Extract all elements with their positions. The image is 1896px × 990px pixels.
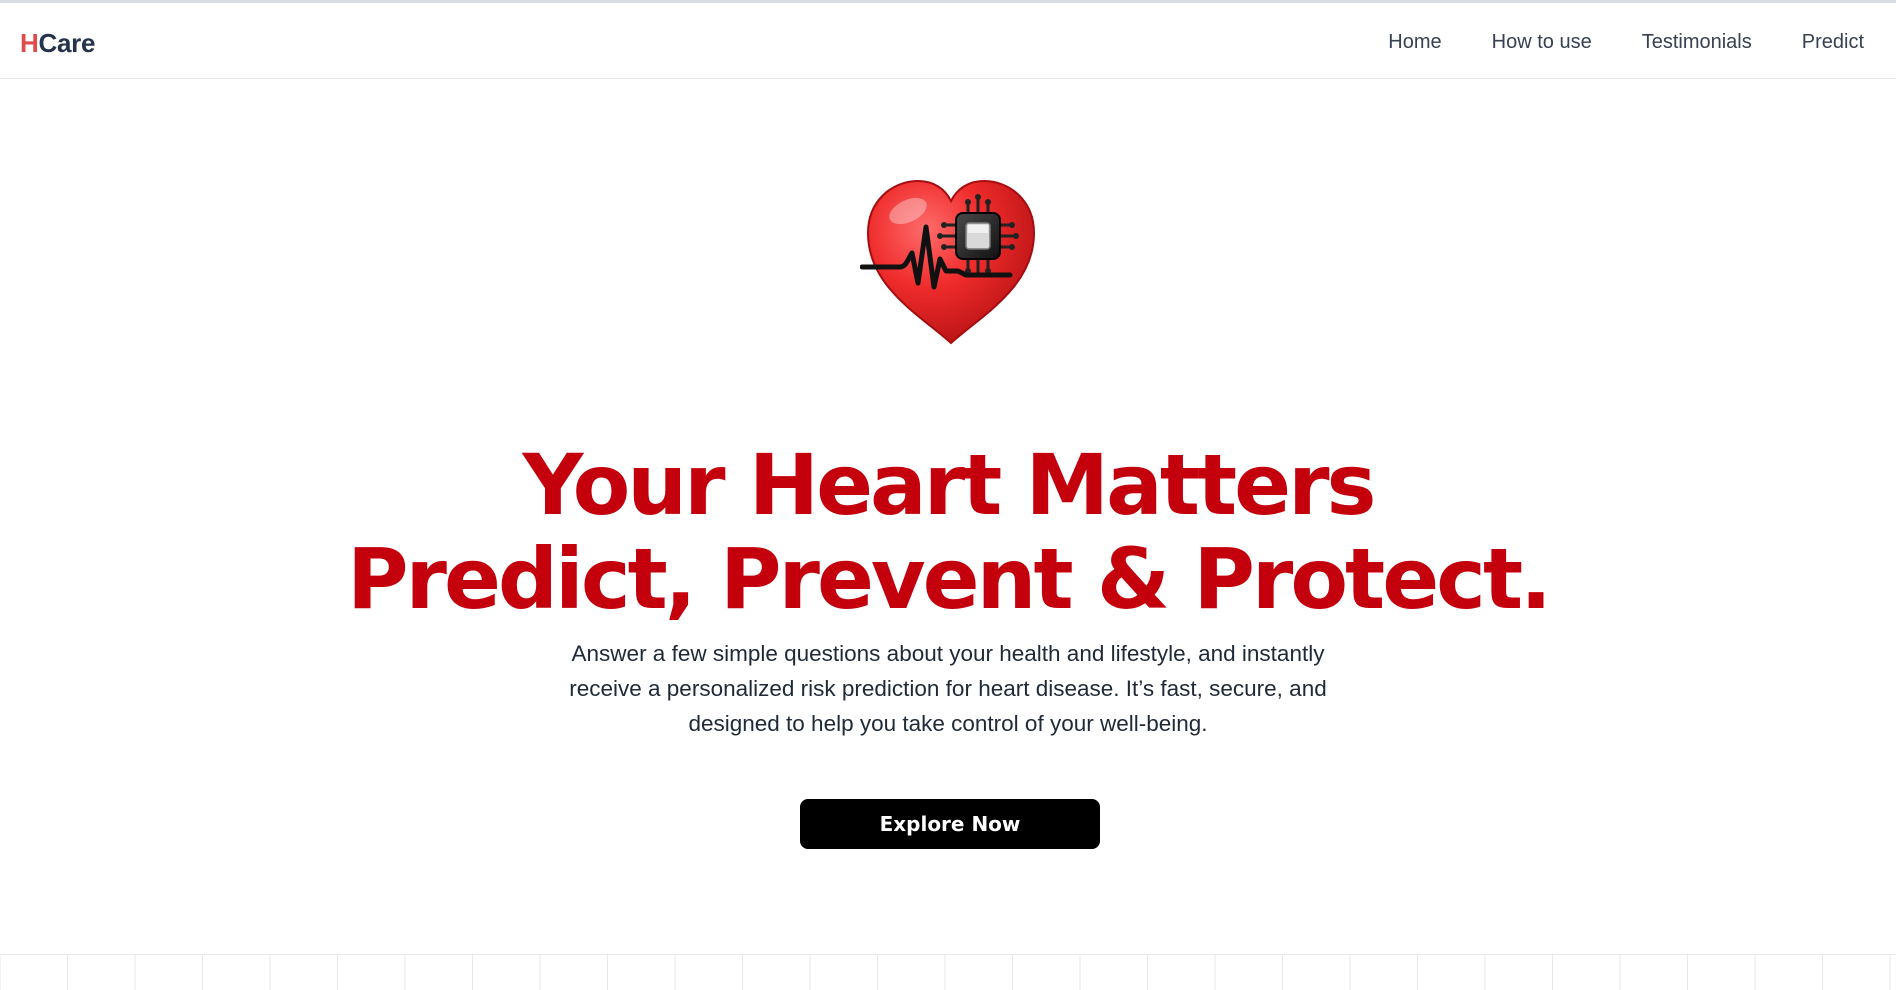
brand-name: Care xyxy=(38,28,96,58)
nav-how-to-use[interactable]: How to use xyxy=(1492,31,1592,54)
brand-initial: H xyxy=(20,28,39,58)
nav-predict[interactable]: Predict xyxy=(1802,31,1864,54)
nav-links: Home How to use Testimonials Predict xyxy=(1338,31,1864,54)
hero-title-line-2: Predict, Prevent & Protect. xyxy=(346,530,1552,628)
navbar: HCare Home How to use Testimonials Predi… xyxy=(0,3,1896,79)
hero-title: Your Heart Matters Predict, Prevent & Pr… xyxy=(0,438,1896,626)
brand-logo[interactable]: HCare xyxy=(20,28,95,59)
hero-description: Answer a few simple questions about your… xyxy=(569,641,1327,736)
hero-title-line-1: Your Heart Matters xyxy=(522,436,1376,534)
grid-background-band xyxy=(0,954,1896,990)
heart-with-chip-heartbeat-icon xyxy=(859,175,1042,347)
nav-home[interactable]: Home xyxy=(1388,31,1441,54)
nav-testimonials[interactable]: Testimonials xyxy=(1642,31,1752,54)
explore-now-button[interactable]: Explore Now xyxy=(800,799,1100,849)
